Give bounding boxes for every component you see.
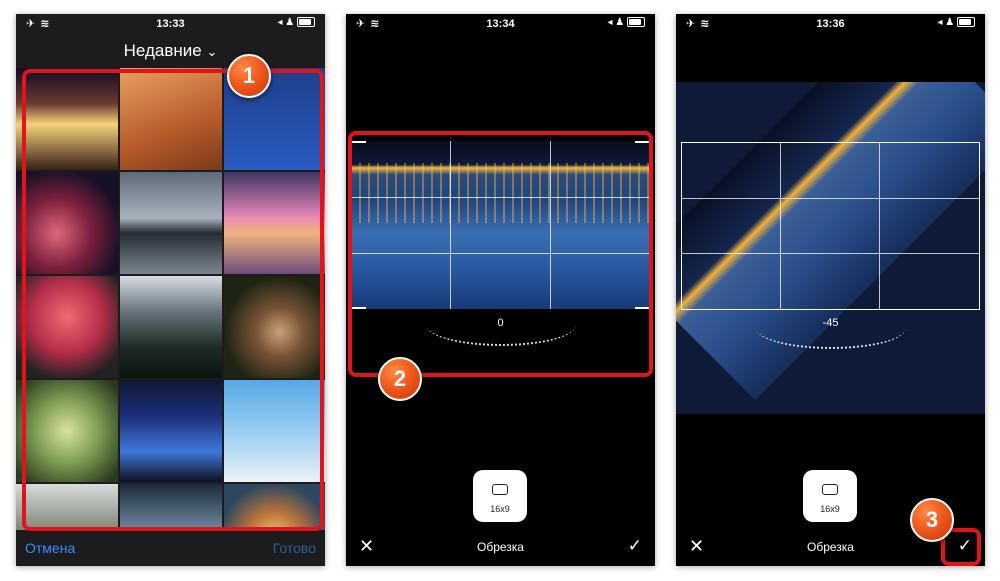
- aspect-ratio-label: 16x9: [820, 504, 840, 514]
- chevron-down-icon: ⌄: [206, 44, 218, 59]
- album-selector[interactable]: Недавние ⌄: [16, 41, 325, 61]
- highlight-crop-area: [348, 131, 653, 377]
- aspect-ratio-icon: [822, 484, 838, 495]
- step-badge: 2: [378, 357, 422, 401]
- status-bar: ✈ ≋ 13:36 ◂ ♟: [676, 14, 985, 34]
- crop-grid-line: [780, 143, 781, 309]
- crop-grid-line: [879, 143, 880, 309]
- mode-title: Обрезка: [477, 540, 524, 554]
- crop-grid-line: [682, 198, 979, 199]
- crop-rotated-screen: ✈ ≋ 13:36 ◂ ♟ -45 16x9 ✕ Обрезка ✓: [676, 14, 985, 566]
- status-right-icons: ◂ ♟: [937, 17, 975, 28]
- crop-frame[interactable]: [681, 142, 980, 310]
- crop-grid-line: [682, 253, 979, 254]
- step-badge: 3: [910, 498, 954, 542]
- album-title: Недавние: [123, 41, 202, 60]
- bottom-toolbar: Отмена Готово: [16, 530, 325, 566]
- step-badge: 1: [227, 54, 271, 98]
- status-bar: ✈ ≋ 13:33 ◂ ♟: [16, 14, 325, 34]
- status-right-icons: ◂ ♟: [607, 17, 645, 28]
- aspect-ratio-button[interactable]: 16x9: [473, 470, 527, 522]
- highlight-photo-grid: [22, 69, 324, 531]
- checkmark-icon[interactable]: ✓: [628, 536, 642, 556]
- mode-title: Обрезка: [807, 540, 854, 554]
- done-button[interactable]: Готово: [273, 540, 316, 556]
- battery-icon: [627, 17, 645, 28]
- cancel-button[interactable]: Отмена: [25, 540, 75, 556]
- aspect-ratio-button[interactable]: 16x9: [803, 470, 857, 522]
- status-right-icons: ◂ ♟: [277, 17, 315, 28]
- rotation-angle: -45: [822, 317, 839, 329]
- status-bar: ✈ ≋ 13:34 ◂ ♟: [346, 14, 655, 34]
- battery-icon: [957, 17, 975, 28]
- aspect-ratio-icon: [492, 484, 508, 495]
- aspect-ratio-label: 16x9: [490, 504, 510, 514]
- battery-icon: [297, 17, 315, 28]
